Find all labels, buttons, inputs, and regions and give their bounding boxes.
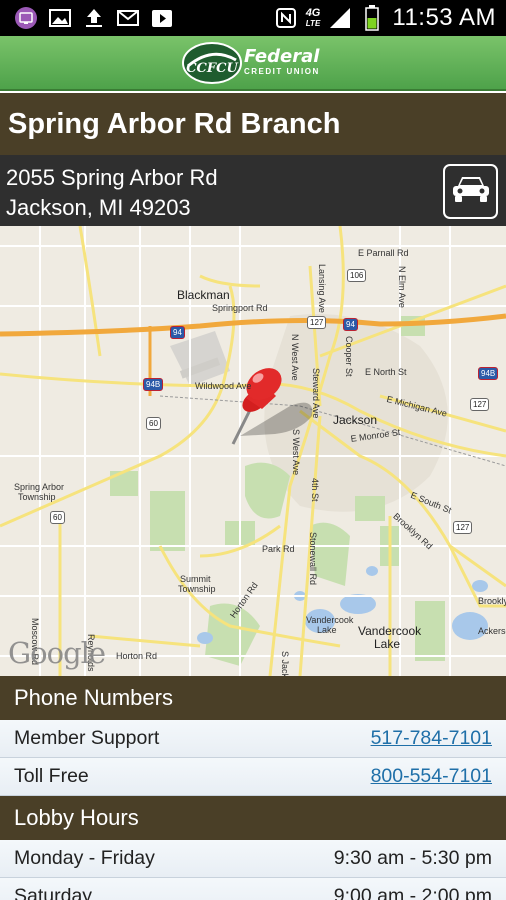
map-label-wildwood: Wildwood Ave	[195, 381, 252, 391]
hours-label: Monday - Friday	[14, 847, 155, 869]
map-label-spring-arbor-twp: Township	[18, 492, 56, 502]
phone-link-member-support[interactable]: 517-784-7101	[371, 727, 492, 750]
map-label-vlake: Lake	[374, 637, 401, 651]
signal-icon	[328, 6, 352, 30]
nfc-icon	[274, 6, 298, 30]
logo-credit-union: CREDIT UNION	[244, 67, 320, 76]
map-label-cooper: Cooper St	[344, 336, 354, 377]
car-icon	[451, 174, 491, 209]
logo-mark: CCFCU	[182, 42, 242, 84]
map-shield-94b-east: 94B	[478, 367, 499, 380]
map-label-ackerson: Ackerson	[478, 626, 506, 636]
map-label-blackman: Blackman	[177, 288, 230, 302]
map-shield-i94-west: 94	[170, 326, 185, 339]
map-label-brookly: Brookly	[478, 596, 506, 606]
network-sublabel: LTE	[305, 18, 321, 28]
branch-title: Spring Arbor Rd Branch	[0, 93, 506, 155]
map-label-horton-rd: Horton Rd	[116, 651, 158, 661]
map-shield-106: 106	[347, 269, 367, 282]
svg-text:CCFCU: CCFCU	[186, 61, 238, 76]
address-text[interactable]: 2055 Spring Arbor Rd Jackson, MI 49203	[6, 163, 218, 223]
clock: 11:53 AM	[392, 4, 496, 31]
address-line2: Jackson, MI 49203	[6, 195, 191, 220]
youtube-icon	[150, 6, 174, 30]
app-header: CCFCU Federal CREDIT UNION	[0, 36, 506, 91]
map-shield-127-east: 127	[470, 398, 490, 411]
hours-row-weekday: Monday - Friday 9:30 am - 5:30 pm	[0, 840, 506, 878]
battery-icon	[360, 5, 384, 31]
hours-value: 9:30 am - 5:30 pm	[333, 847, 492, 869]
phone-label: Member Support	[14, 727, 160, 749]
address-bar: 2055 Spring Arbor Rd Jackson, MI 49203	[0, 155, 506, 226]
phone-link-toll-free[interactable]: 800-554-7101	[371, 765, 492, 788]
phone-numbers-header: Phone Numbers	[0, 676, 506, 720]
map-label-park-rd: Park Rd	[262, 544, 295, 554]
map-label-e-parnall: E Parnall Rd	[358, 248, 409, 258]
map-label-spring-arbor: Spring Arbor	[14, 482, 65, 492]
logo-text: Federal CREDIT UNION	[244, 46, 320, 77]
map-shield-i94-east: 94	[343, 318, 358, 331]
phone-row-member-support: Member Support 517-784-7101	[0, 720, 506, 758]
map-shield-60-south: 60	[50, 511, 65, 524]
upload-icon	[82, 6, 106, 30]
hours-value: 9:00 am - 2:00 pm	[333, 885, 492, 900]
map-label-e-north: E North St	[365, 367, 407, 377]
branch-map[interactable]: Blackman Springport Rd Wildwood Ave Jack…	[0, 226, 506, 676]
map-label-lake: Lake	[317, 625, 337, 635]
map-label-n-elm: N Elm Ave	[397, 266, 407, 308]
map-label-n-west: N West Ave	[290, 334, 300, 381]
lobby-hours-header: Lobby Hours	[0, 796, 506, 840]
network-indicator: 4G LTE	[305, 6, 321, 29]
map-label-s-west: S West Ave	[291, 429, 301, 476]
map-label-springport: Springport Rd	[212, 303, 268, 313]
map-label-steward: Steward Ave	[311, 368, 321, 419]
map-label-vandercook: Vandercook	[306, 615, 354, 625]
phone-label: Toll Free	[14, 765, 89, 787]
phone-row-toll-free: Toll Free 800-554-7101	[0, 758, 506, 796]
gmail-icon	[116, 6, 140, 30]
hours-label: Saturday	[14, 885, 93, 900]
logo[interactable]: CCFCU Federal CREDIT UNION	[182, 40, 328, 86]
address-line1: 2055 Spring Arbor Rd	[6, 165, 218, 190]
map-label-stonewall: Stonewall Rd	[308, 532, 318, 586]
map-shield-127-north: 127	[307, 316, 327, 329]
app-icon	[14, 6, 38, 30]
google-logo: Google	[8, 636, 106, 670]
map-label-4th: 4th St	[310, 478, 320, 502]
network-label: 4G	[305, 6, 321, 19]
map-label-jackson: Jackson	[333, 413, 378, 427]
map-label-vandercook-lake: Vandercook	[358, 624, 422, 638]
map-shield-127-south: 127	[453, 521, 473, 534]
logo-federal: Federal	[244, 46, 320, 67]
map-label-lansing: Lansing Ave	[317, 264, 327, 313]
map-label-summit: Summit	[180, 574, 211, 584]
map-graphics	[0, 226, 506, 676]
map-label-summit-twp: Township	[178, 584, 216, 594]
map-shield-94b-west: 94B	[143, 378, 164, 391]
hours-row-saturday: Saturday 9:00 am - 2:00 pm	[0, 878, 506, 900]
status-bar: 4G LTE 11:53 AM	[0, 0, 506, 36]
image-icon	[48, 6, 72, 30]
directions-button[interactable]	[443, 164, 498, 219]
map-label-s-jack: S Jack	[280, 651, 290, 676]
map-shield-60-west: 60	[146, 417, 161, 430]
